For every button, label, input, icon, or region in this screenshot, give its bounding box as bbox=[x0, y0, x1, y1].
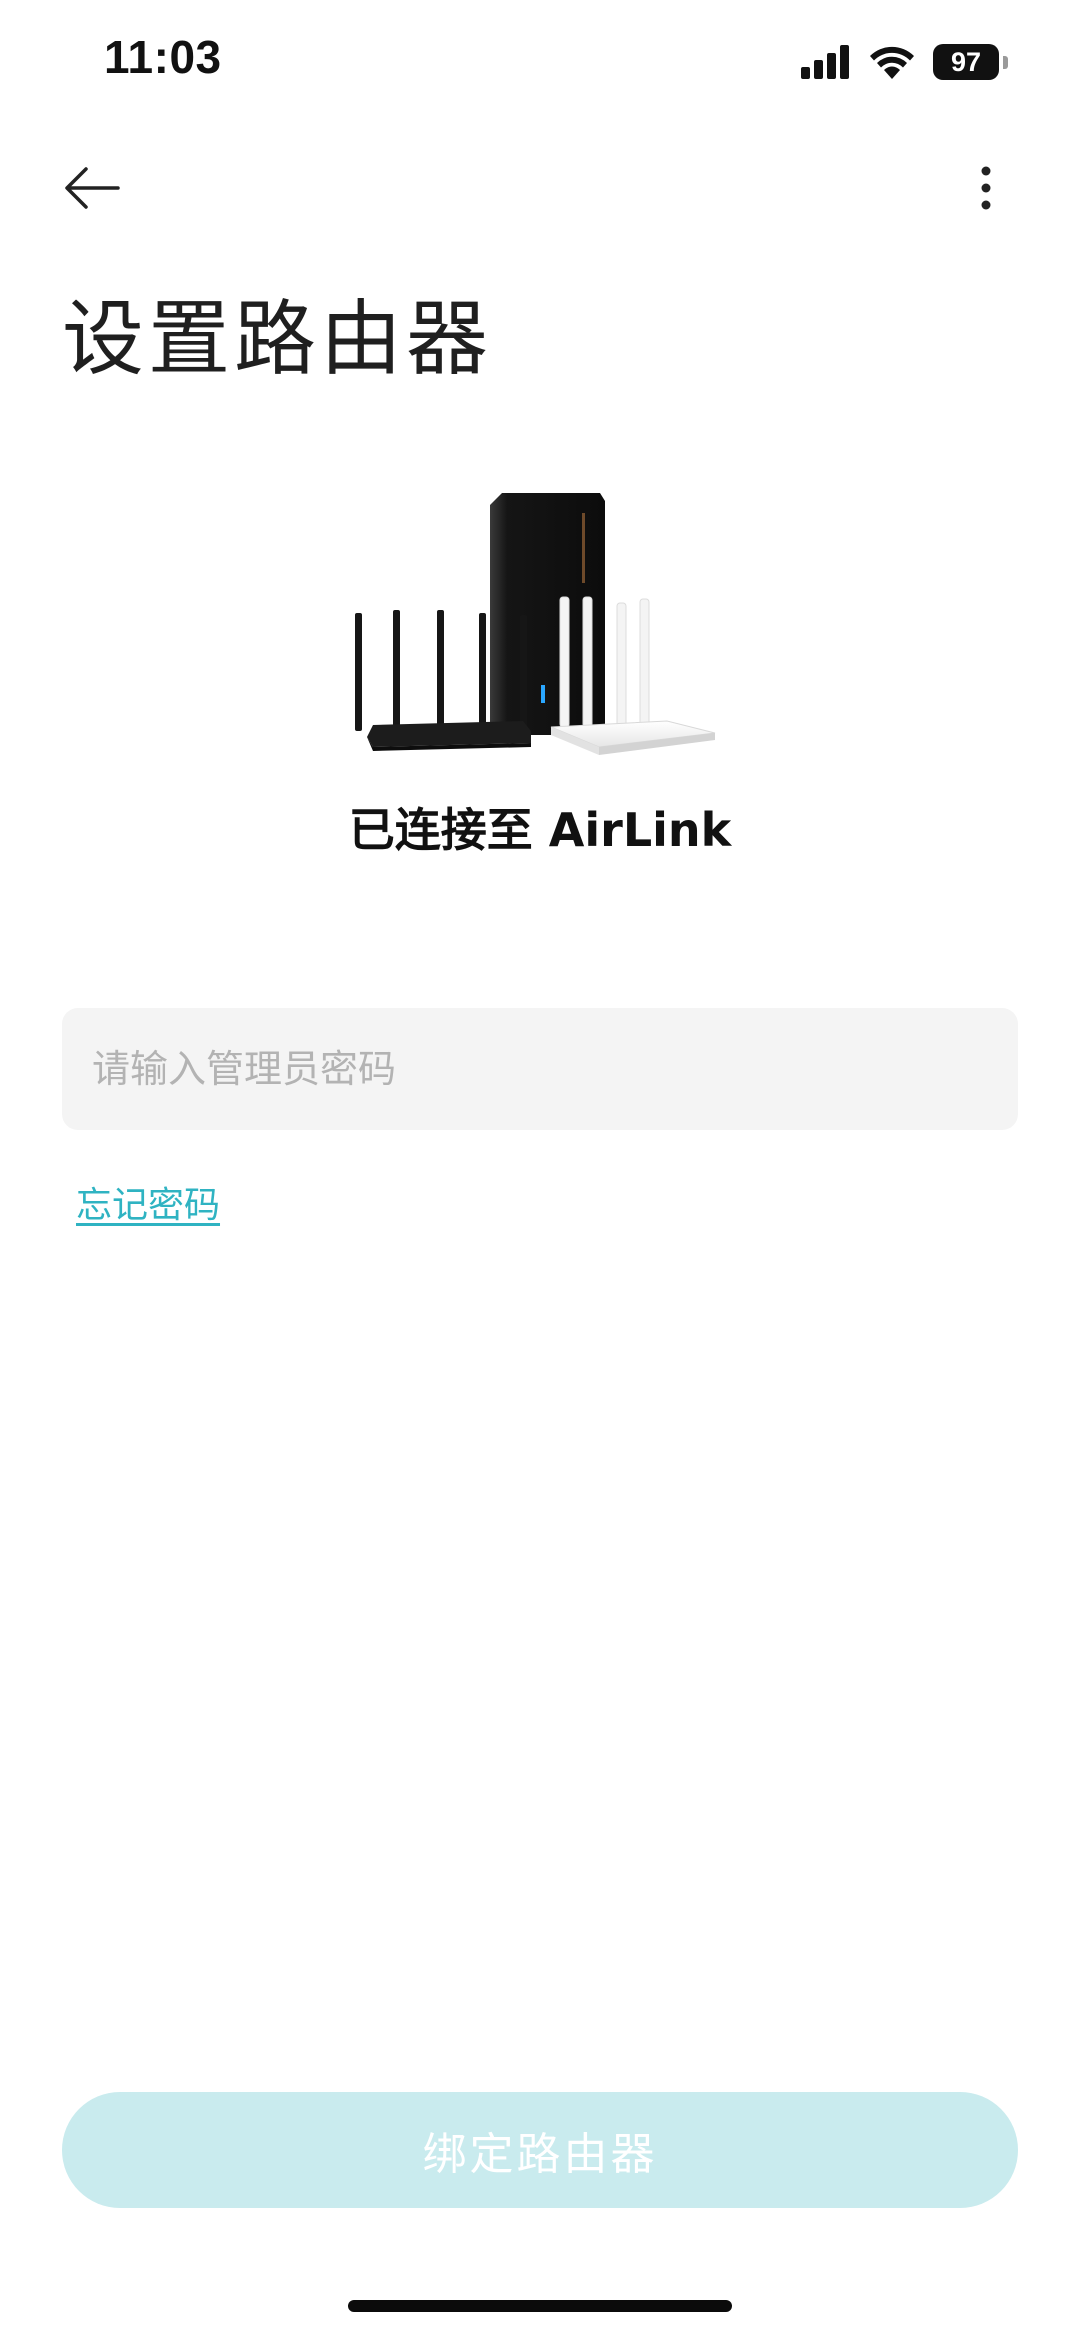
cellular-signal-icon bbox=[801, 45, 849, 79]
battery-cap bbox=[1003, 55, 1008, 69]
more-vertical-icon bbox=[981, 166, 991, 210]
connection-status: 已连接至 AirLink bbox=[348, 803, 732, 857]
battery-level: 97 bbox=[950, 46, 982, 77]
status-icons: 97 bbox=[801, 40, 1008, 84]
wifi-icon bbox=[870, 46, 914, 79]
forgot-password-link[interactable]: 忘记密码 bbox=[76, 1176, 220, 1228]
arrow-left-icon bbox=[65, 167, 120, 209]
status-time: 11:03 bbox=[104, 31, 222, 83]
home-indicator[interactable] bbox=[348, 2300, 732, 2312]
router-family-image bbox=[355, 493, 716, 755]
battery-icon: 97 bbox=[933, 44, 999, 80]
admin-password-input[interactable] bbox=[90, 1046, 990, 1092]
status-bar: 11:03 97 bbox=[0, 0, 1080, 120]
bind-router-button[interactable]: 绑定路由器 bbox=[62, 2092, 1018, 2208]
password-field[interactable] bbox=[62, 1008, 1018, 1130]
back-button[interactable] bbox=[56, 152, 128, 224]
more-options-button[interactable] bbox=[956, 150, 1016, 226]
page-title: 设置路由器 bbox=[62, 292, 493, 387]
